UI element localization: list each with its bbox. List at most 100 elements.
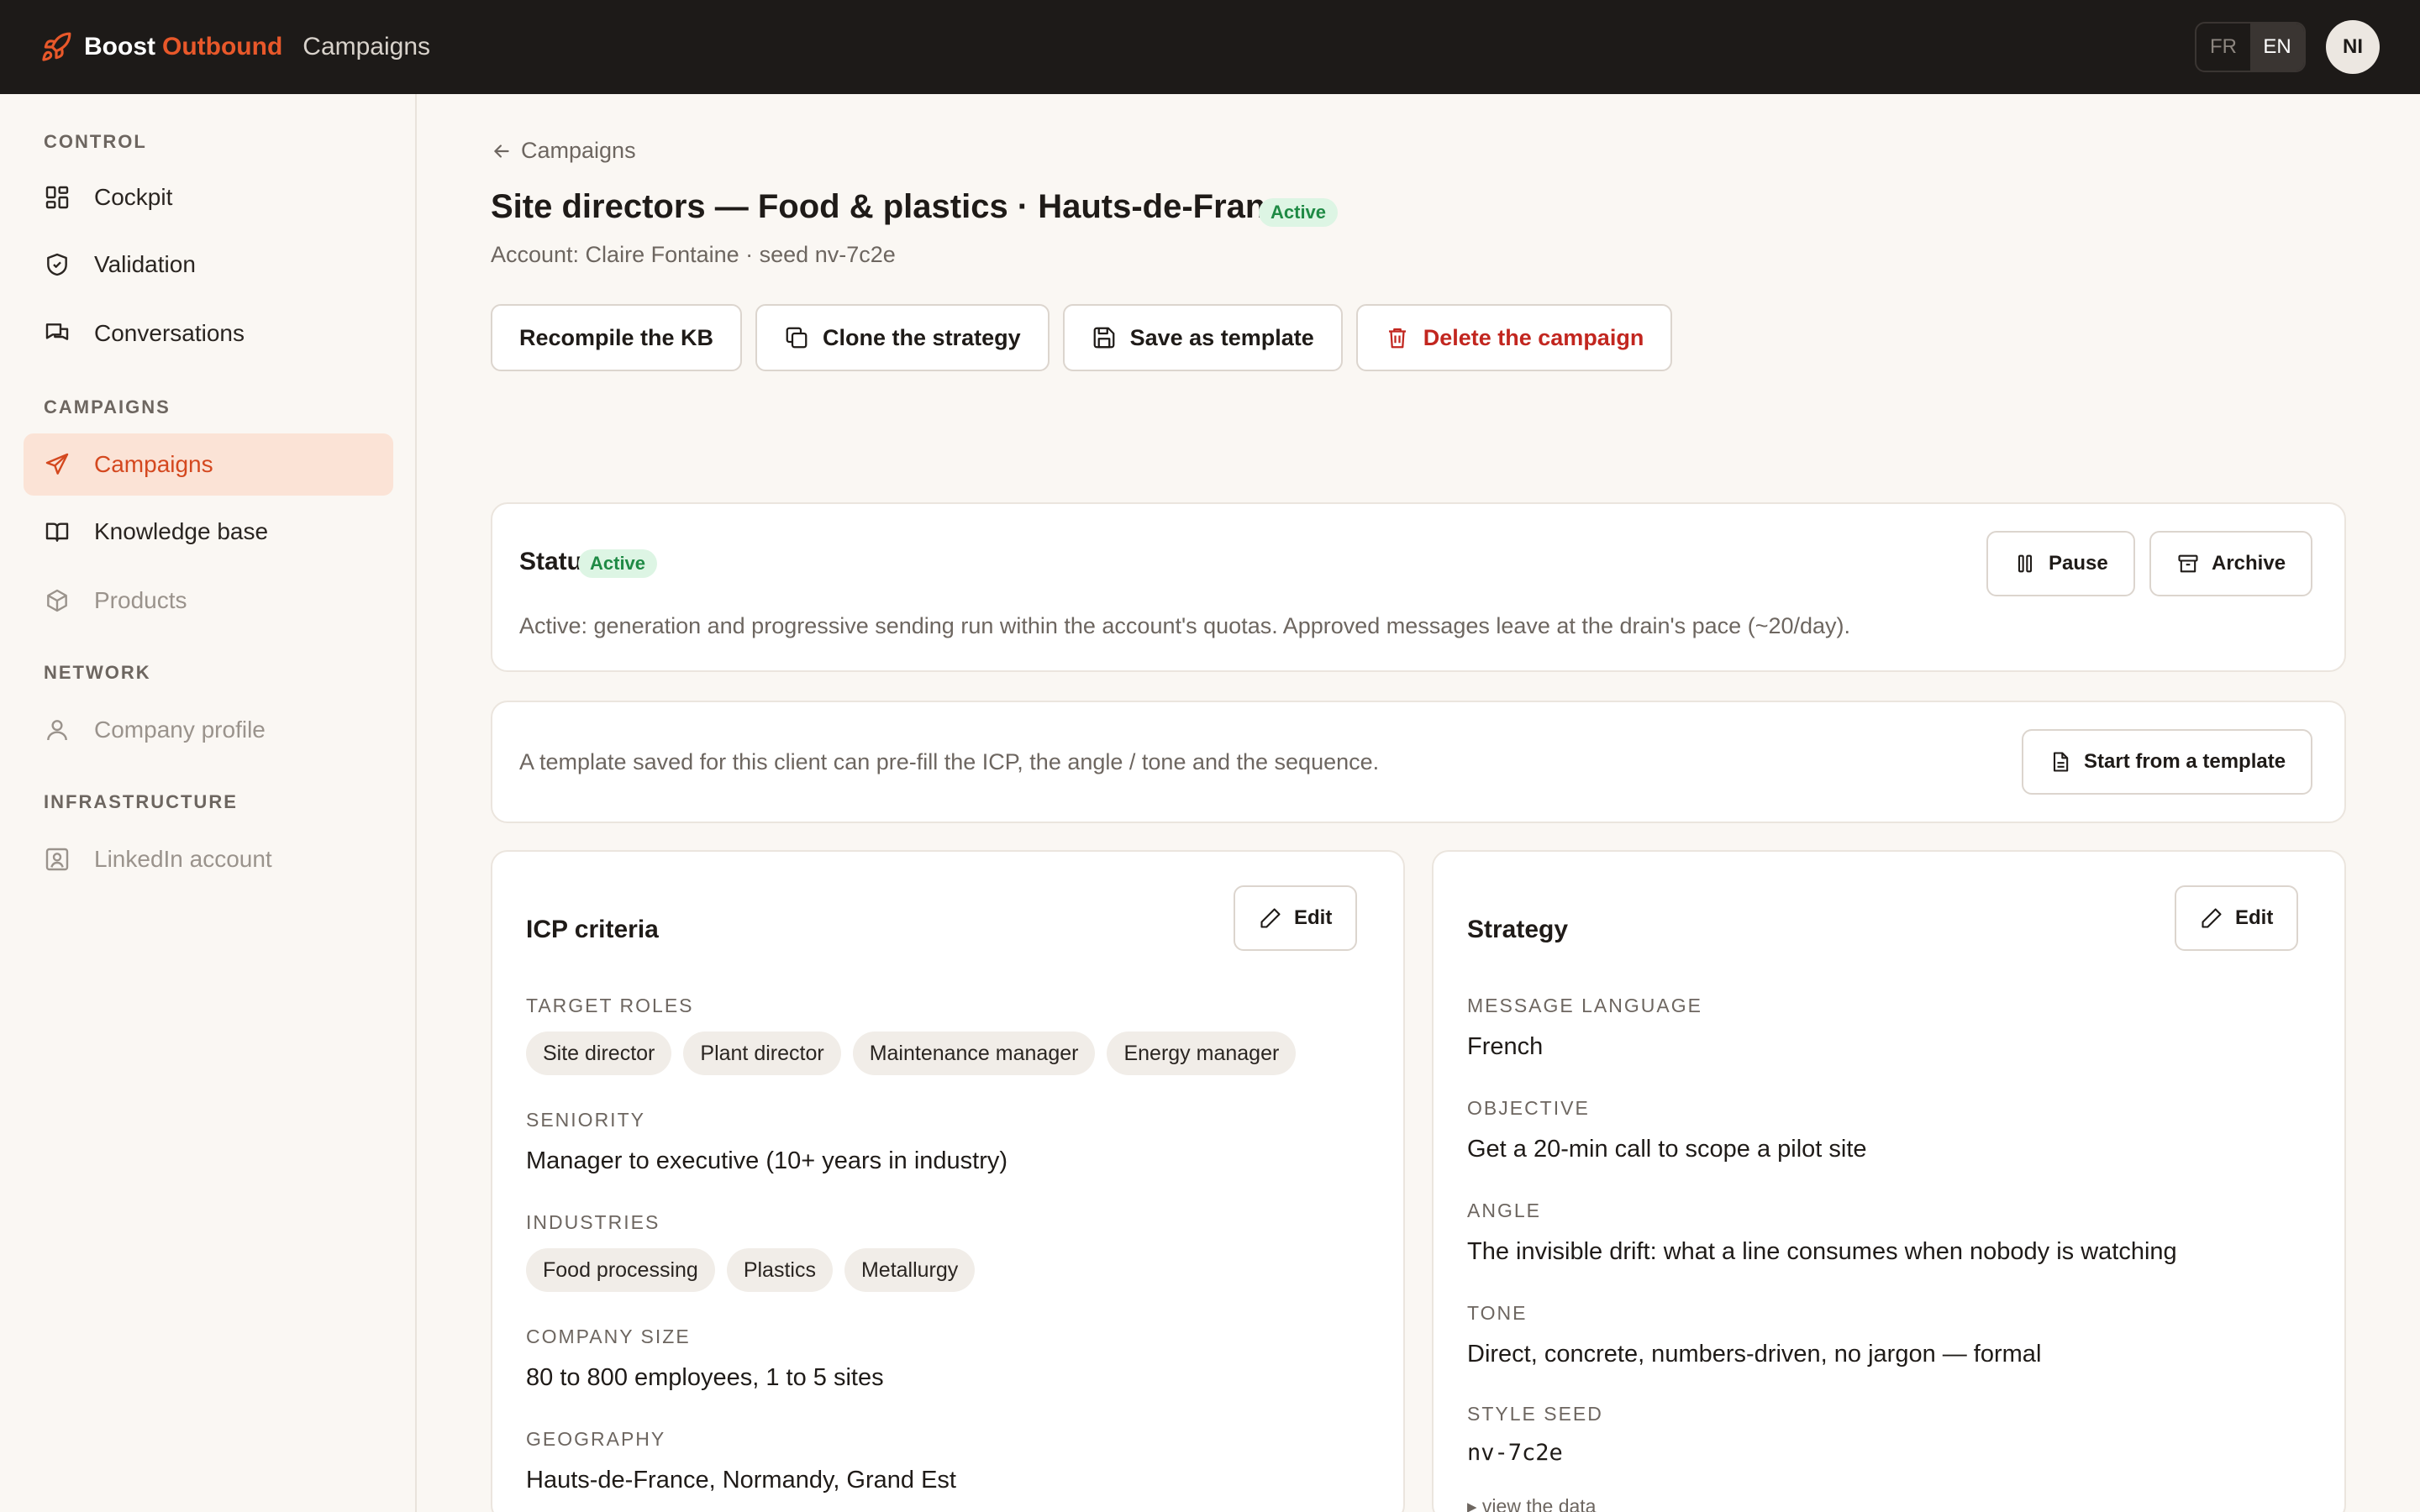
- button-label: Start from a template: [2084, 750, 2286, 773]
- sidebar-item-label: LinkedIn account: [94, 846, 272, 872]
- trash-icon: [1388, 328, 1406, 349]
- user-avatar[interactable]: NI: [2326, 20, 2380, 74]
- industry-chip: Plastics: [726, 1248, 833, 1292]
- recompile-kb-button[interactable]: Recompile the KB: [491, 304, 743, 371]
- sidebar-item-label: Products: [94, 587, 187, 613]
- sidebar-item-knowledge-base[interactable]: Knowledge base: [24, 501, 393, 563]
- chat-icon: [44, 320, 71, 347]
- language-fr-button[interactable]: FR: [2196, 24, 2250, 71]
- back-link-label: Campaigns: [521, 138, 636, 163]
- book-icon: [44, 518, 71, 545]
- brand-name-outbound: Outbound: [162, 33, 283, 60]
- sidebar-item-label: Knowledge base: [94, 518, 269, 544]
- archive-button[interactable]: Archive: [2149, 531, 2313, 596]
- user-icon: [44, 717, 71, 743]
- seniority-label: SENIORITY: [526, 1109, 645, 1131]
- clone-strategy-button[interactable]: Clone the strategy: [755, 304, 1050, 371]
- target-roles-label: TARGET ROLES: [526, 995, 694, 1016]
- document-icon: [2053, 752, 2069, 772]
- button-label: Clone the strategy: [823, 324, 1021, 350]
- start-from-template-button[interactable]: Start from a template: [2022, 729, 2313, 795]
- geography-value: Hauts-de-France, Normandy, Grand Est: [526, 1467, 956, 1494]
- role-chip: Energy manager: [1107, 1032, 1297, 1075]
- main-content: Campaigns Site directors — Food & plasti…: [417, 94, 2420, 1512]
- pencil-icon: [1260, 908, 1281, 928]
- strategy-card: Strategy Edit MESSAGE LANGUAGE French OB…: [1432, 850, 2346, 1512]
- sidebar-heading-network: NETWORK: [44, 662, 151, 683]
- sidebar-item-campaigns[interactable]: Campaigns: [24, 433, 393, 496]
- package-icon: [44, 587, 71, 614]
- strategy-card-title: Strategy: [1467, 916, 1569, 943]
- strategy-edit-button[interactable]: Edit: [2175, 885, 2299, 951]
- back-to-campaigns-link[interactable]: Campaigns: [491, 138, 636, 164]
- brand-logo[interactable]: Boost Outbound: [40, 31, 282, 63]
- brand-name-boost: Boost: [84, 33, 155, 60]
- industry-chip: Food processing: [526, 1248, 715, 1292]
- pencil-icon: [2202, 908, 2222, 928]
- style-seed-label: STYLE SEED: [1467, 1403, 1603, 1425]
- sidebar-item-label: Company profile: [94, 717, 266, 743]
- language-en-button[interactable]: EN: [2250, 24, 2304, 71]
- company-size-value: 80 to 800 employees, 1 to 5 sites: [526, 1364, 884, 1391]
- style-seed-value: nv-7c2e: [1467, 1440, 1563, 1466]
- sidebar-item-products[interactable]: Products: [24, 570, 393, 632]
- view-data-toggle[interactable]: ▸ view the data: [1467, 1495, 1596, 1512]
- sidebar-item-linkedin-account[interactable]: LinkedIn account: [24, 828, 393, 890]
- sidebar-heading-control: CONTROL: [44, 131, 147, 152]
- icp-criteria-card: ICP criteria Edit TARGET ROLES Site dire…: [491, 850, 1405, 1512]
- contact-card-icon: [44, 846, 71, 873]
- message-language-value: French: [1467, 1033, 1544, 1060]
- role-chip: Maintenance manager: [852, 1032, 1096, 1075]
- button-label: Archive: [2212, 552, 2286, 575]
- button-label: Recompile the KB: [519, 324, 714, 350]
- pause-button[interactable]: Pause: [1986, 531, 2135, 596]
- objective-label: OBJECTIVE: [1467, 1097, 1590, 1119]
- sidebar-item-label: Validation: [94, 251, 196, 277]
- sidebar-heading-infrastructure: INFRASTRUCTURE: [44, 791, 238, 812]
- sidebar-item-validation[interactable]: Validation: [24, 234, 393, 296]
- sidebar-heading-campaigns: CAMPAIGNS: [44, 396, 171, 417]
- arrow-left-icon: [494, 144, 509, 158]
- icp-card-title: ICP criteria: [526, 916, 659, 943]
- campaign-status-badge: Active: [1259, 198, 1339, 227]
- sidebar-item-label: Cockpit: [94, 184, 173, 210]
- send-icon: [44, 451, 71, 478]
- copy-icon: [786, 327, 808, 349]
- target-roles-chips: Site director Plant director Maintenance…: [526, 1032, 1297, 1075]
- sidebar-item-label: Campaigns: [94, 451, 213, 477]
- sidebar: CONTROL Cockpit Validation Conversations…: [0, 94, 417, 1512]
- rocket-icon: [40, 31, 72, 63]
- template-card: A template saved for this client can pre…: [491, 701, 2346, 823]
- sidebar-item-conversations[interactable]: Conversations: [24, 302, 393, 365]
- pause-icon: [2018, 554, 2033, 573]
- page-title: Site directors — Food & plastics · Hauts…: [491, 188, 1303, 225]
- geography-label: GEOGRAPHY: [526, 1428, 666, 1450]
- objective-value: Get a 20-min call to scope a pilot site: [1467, 1136, 1867, 1163]
- sidebar-item-label: Conversations: [94, 320, 245, 346]
- icp-edit-button[interactable]: Edit: [1234, 885, 1358, 951]
- role-chip: Site director: [526, 1032, 672, 1075]
- angle-value: The invisible drift: what a line consume…: [1467, 1238, 2177, 1265]
- company-size-label: COMPANY SIZE: [526, 1326, 691, 1347]
- archive-icon: [2178, 554, 2198, 573]
- sidebar-item-cockpit[interactable]: Cockpit: [24, 166, 393, 228]
- industry-chip: Metallurgy: [844, 1248, 976, 1292]
- save-as-template-button[interactable]: Save as template: [1062, 304, 1343, 371]
- button-label: Pause: [2049, 552, 2108, 575]
- button-label: Save as template: [1129, 324, 1314, 350]
- delete-campaign-button[interactable]: Delete the campaign: [1355, 304, 1673, 371]
- dashboard-icon: [44, 184, 71, 211]
- role-chip: Plant director: [683, 1032, 841, 1075]
- industries-label: INDUSTRIES: [526, 1211, 660, 1233]
- top-section-title: Campaigns: [302, 33, 431, 60]
- save-icon: [1093, 327, 1114, 349]
- status-card: Status Active Pause Archive Active: gene…: [491, 502, 2346, 672]
- language-switcher: FR EN: [2195, 22, 2306, 72]
- seniority-value: Manager to executive (10+ years in indus…: [526, 1147, 1008, 1174]
- industries-chips: Food processing Plastics Metallurgy: [526, 1248, 976, 1292]
- sidebar-item-company-profile[interactable]: Company profile: [24, 699, 393, 761]
- campaign-actions: Recompile the KB Clone the strategy Save…: [491, 304, 1673, 371]
- button-label: Edit: [2235, 906, 2274, 929]
- tone-value: Direct, concrete, numbers-driven, no jar…: [1467, 1341, 2042, 1368]
- page-subtitle: Account: Claire Fontaine · seed nv-7c2e: [491, 242, 896, 267]
